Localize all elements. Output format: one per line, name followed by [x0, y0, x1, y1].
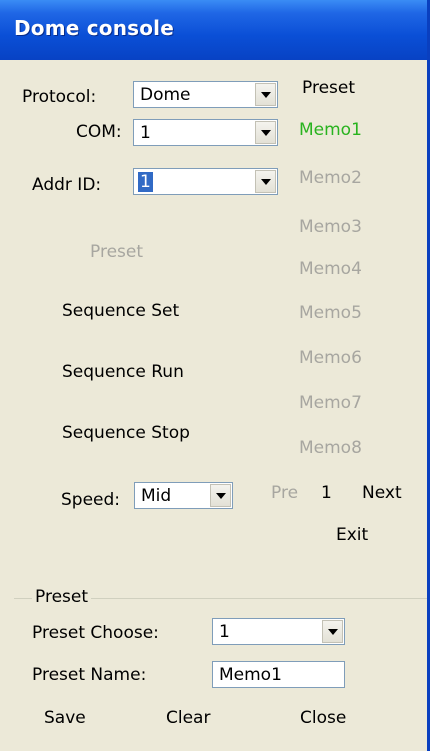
preset-name-label: Preset Name: — [32, 665, 147, 685]
preset-choose-value: 1 — [219, 622, 230, 642]
memo-7-button[interactable]: Memo7 — [299, 393, 362, 413]
addr-id-select[interactable]: 1 — [133, 168, 278, 195]
preset-group-title: Preset — [32, 587, 92, 607]
memo-3-button[interactable]: Memo3 — [299, 217, 362, 237]
exit-button[interactable]: Exit — [336, 525, 368, 545]
addr-id-value: 1 — [138, 172, 153, 192]
next-button[interactable]: Next — [362, 483, 402, 503]
preset-header: Preset — [302, 78, 356, 98]
com-label: COM: — [76, 122, 122, 142]
chevron-down-icon[interactable] — [322, 620, 343, 643]
protocol-value: Dome — [140, 85, 191, 105]
pre-button[interactable]: Pre — [271, 483, 298, 503]
memo-2-button[interactable]: Memo2 — [299, 168, 362, 188]
memo-1-button[interactable]: Memo1 — [299, 120, 362, 140]
addr-id-label: Addr ID: — [32, 175, 102, 195]
close-button[interactable]: Close — [300, 708, 346, 728]
com-value: 1 — [140, 123, 151, 143]
chevron-down-icon[interactable] — [255, 83, 276, 106]
clear-button[interactable]: Clear — [166, 708, 210, 728]
preset-choose-label: Preset Choose: — [32, 623, 159, 643]
memo-6-button[interactable]: Memo6 — [299, 348, 362, 368]
protocol-label: Protocol: — [22, 87, 97, 107]
dome-console-window: Dome console Protocol: Dome COM: 1 Addr … — [0, 0, 430, 751]
memo-5-button[interactable]: Memo5 — [299, 303, 362, 323]
speed-label: Speed: — [61, 490, 121, 510]
speed-select[interactable]: Mid — [134, 482, 233, 509]
sequence-stop-button[interactable]: Sequence Stop — [62, 423, 190, 443]
save-button[interactable]: Save — [44, 708, 86, 728]
window-title: Dome console — [14, 16, 175, 40]
page-number: 1 — [321, 483, 332, 503]
chevron-down-icon[interactable] — [255, 121, 276, 144]
chevron-down-icon[interactable] — [255, 170, 276, 193]
protocol-select[interactable]: Dome — [133, 81, 278, 108]
preset-name-value: Memo1 — [219, 665, 282, 685]
preset-name-input[interactable]: Memo1 — [212, 661, 345, 688]
com-select[interactable]: 1 — [133, 119, 278, 146]
sequence-run-button[interactable]: Sequence Run — [62, 362, 184, 382]
preset-button[interactable]: Preset — [90, 242, 143, 262]
memo-8-button[interactable]: Memo8 — [299, 438, 362, 458]
sequence-set-button[interactable]: Sequence Set — [62, 301, 179, 321]
chevron-down-icon[interactable] — [210, 484, 231, 507]
memo-4-button[interactable]: Memo4 — [299, 259, 362, 279]
title-bar[interactable]: Dome console — [0, 0, 427, 60]
preset-choose-select[interactable]: 1 — [212, 618, 345, 645]
speed-value: Mid — [141, 486, 172, 506]
